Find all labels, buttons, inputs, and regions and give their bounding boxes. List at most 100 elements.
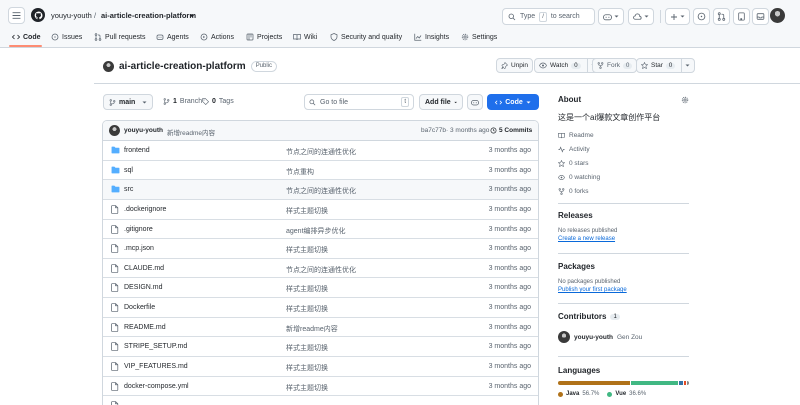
packages-title[interactable]: Packages xyxy=(558,262,798,271)
repo-name[interactable]: ai-article-creation-platform xyxy=(119,61,246,72)
commit-message[interactable]: 新增readme内容 xyxy=(167,127,215,137)
table-row[interactable]: src 节点之间的连通性优化 3 months ago xyxy=(103,180,538,200)
file-name[interactable]: VIP_FEATURES.md xyxy=(124,363,188,370)
create-release-link[interactable]: Create a new release xyxy=(558,236,798,242)
issues-button[interactable] xyxy=(693,8,710,25)
repositories-button[interactable] xyxy=(733,8,750,25)
file-commit-message[interactable]: 样式主题切换 xyxy=(286,284,328,294)
table-row[interactable]: docker-compose.yml 样式主题切换 3 months ago xyxy=(103,377,538,397)
table-row[interactable]: .dockerignore 样式主题切换 3 months ago xyxy=(103,200,538,220)
table-row[interactable]: sql 节点重构 3 months ago xyxy=(103,161,538,181)
add-file-button[interactable]: Add file xyxy=(419,94,463,110)
table-row[interactable]: frontend 节点之间的连通性优化 3 months ago xyxy=(103,141,538,161)
latest-commit-bar: youyu-youth 新增readme内容 ba7c77b · 3 month… xyxy=(103,121,538,141)
table-row[interactable]: README.md 新增readme内容 3 months ago xyxy=(103,318,538,338)
tab-security[interactable]: Security and quality xyxy=(330,33,402,41)
activity-link[interactable]: Activity xyxy=(558,142,798,156)
file-name[interactable]: DESIGN.md xyxy=(124,284,163,291)
tab-settings[interactable]: Settings xyxy=(461,33,497,41)
file-commit-message[interactable]: 节点重构 xyxy=(286,167,314,177)
file-commit-message[interactable]: 样式主题切换 xyxy=(286,363,328,373)
breadcrumb-repo[interactable]: ai-article-creation-platform xyxy=(101,11,196,20)
file-name[interactable]: frontend xyxy=(124,147,150,154)
create-new-button[interactable] xyxy=(665,8,690,25)
menu-button[interactable] xyxy=(8,7,25,24)
pull-requests-button[interactable] xyxy=(713,8,730,25)
fork-icon xyxy=(558,187,565,195)
pin-icon xyxy=(501,62,508,69)
tab-insights[interactable]: Insights xyxy=(414,33,449,41)
file-commit-message[interactable]: 样式主题切换 xyxy=(286,343,328,353)
tab-agents[interactable]: Agents xyxy=(156,33,189,41)
tab-issues[interactable]: Issues xyxy=(51,33,82,41)
table-row[interactable]: CLAUDE.md 节点之间的连通性优化 3 months ago xyxy=(103,259,538,279)
user-avatar[interactable] xyxy=(770,8,785,23)
releases-title[interactable]: Releases xyxy=(558,211,798,220)
breadcrumb-owner[interactable]: youyu-youth xyxy=(51,11,92,20)
copilot-button[interactable] xyxy=(598,8,624,25)
forks-link[interactable]: 0 forks xyxy=(558,184,798,198)
readme-link[interactable]: Readme xyxy=(558,128,798,142)
contributor-item[interactable]: youyu-youth Gen Zou xyxy=(558,331,798,343)
go-to-file-input[interactable]: Go to file t xyxy=(304,94,414,110)
watching-link[interactable]: 0 watching xyxy=(558,170,798,184)
star-button[interactable]: Star 0 xyxy=(636,58,696,73)
tab-actions[interactable]: Actions xyxy=(200,33,234,41)
file-commit-message[interactable]: 样式主题切换 xyxy=(286,383,328,393)
chevron-down-icon[interactable] xyxy=(685,63,690,68)
search-input[interactable]: Type / to search xyxy=(502,8,595,25)
commits-link[interactable]: 5 Commits xyxy=(490,127,532,134)
language-vue[interactable]: Vue 36.6% xyxy=(607,391,646,397)
contributors-title[interactable]: Contributors xyxy=(558,312,606,321)
table-row[interactable]: DESIGN.md 样式主题切换 3 months ago xyxy=(103,278,538,299)
unpin-button[interactable]: Unpin xyxy=(496,58,533,73)
file-name[interactable]: Dockerfile xyxy=(124,304,155,311)
tab-pull-requests[interactable]: Pull requests xyxy=(94,33,145,41)
file-commit-message[interactable]: 样式主题切换 xyxy=(286,304,328,314)
gear-icon[interactable] xyxy=(681,96,689,104)
file-name[interactable]: CLAUDE.md xyxy=(124,265,164,272)
commit-author[interactable]: youyu-youth xyxy=(124,127,163,134)
table-row[interactable]: VIP_FEATURES.md 样式主题切换 3 months ago xyxy=(103,357,538,377)
commit-hash[interactable]: ba7c77b xyxy=(421,127,446,134)
branches-link[interactable]: 1 Branch xyxy=(163,98,202,105)
file-commit-message[interactable]: 样式主题切换 xyxy=(286,245,328,255)
codespaces-button[interactable] xyxy=(628,8,654,25)
language-java[interactable]: Java 56.7% xyxy=(558,391,599,397)
commit-author-avatar[interactable] xyxy=(109,125,120,136)
tab-code[interactable]: Code xyxy=(12,33,41,41)
file-name[interactable]: README.md xyxy=(124,324,166,331)
file-name[interactable]: .mcp.json xyxy=(124,245,154,252)
tags-link[interactable]: 0 Tags xyxy=(202,98,234,105)
table-row[interactable]: STRIPE_SETUP.md 样式主题切换 3 months ago xyxy=(103,337,538,358)
notifications-button[interactable] xyxy=(752,8,769,25)
chevron-down-icon[interactable] xyxy=(189,13,195,19)
tab-wiki[interactable]: Wiki xyxy=(293,33,317,41)
file-commit-message[interactable]: agent编排异步优化 xyxy=(286,226,346,236)
file-name[interactable]: STRIPE_SETUP.md xyxy=(124,343,187,350)
file-commit-message[interactable]: 节点之间的连通性优化 xyxy=(286,147,356,157)
file-name[interactable]: .dockerignore xyxy=(124,206,166,213)
copilot-chat-button[interactable] xyxy=(467,94,483,110)
code-button[interactable]: Code xyxy=(487,94,539,110)
file-commit-message[interactable]: 节点之间的连通性优化 xyxy=(286,186,356,196)
publish-package-link[interactable]: Publish your first package xyxy=(558,287,798,293)
file-name[interactable]: docker-compose.yml xyxy=(124,383,189,390)
fork-button[interactable]: Fork 0 xyxy=(592,58,638,73)
file-name[interactable]: src xyxy=(124,186,133,193)
file-commit-message[interactable]: 样式主题切换 xyxy=(286,206,328,216)
branch-select[interactable]: main xyxy=(103,94,153,110)
file-icon-wrap xyxy=(111,205,119,214)
file-commit-message[interactable]: 节点之间的连通性优化 xyxy=(286,265,356,275)
file-name[interactable]: .gitignore xyxy=(124,226,153,233)
file-name[interactable]: sql xyxy=(124,167,133,174)
table-row[interactable]: Dockerfile 样式主题切换 3 months ago xyxy=(103,298,538,318)
watch-button[interactable]: Watch 0 xyxy=(534,58,601,73)
table-row[interactable]: .gitignore agent编排异步优化 3 months ago xyxy=(103,220,538,240)
table-row[interactable]: .mcp.json 样式主题切换 3 months ago xyxy=(103,239,538,259)
table-row[interactable] xyxy=(103,396,538,405)
github-logo-icon[interactable] xyxy=(31,8,45,22)
tab-projects[interactable]: Projects xyxy=(246,33,282,41)
stars-link[interactable]: 0 stars xyxy=(558,156,798,170)
file-commit-message[interactable]: 新增readme内容 xyxy=(286,324,338,334)
